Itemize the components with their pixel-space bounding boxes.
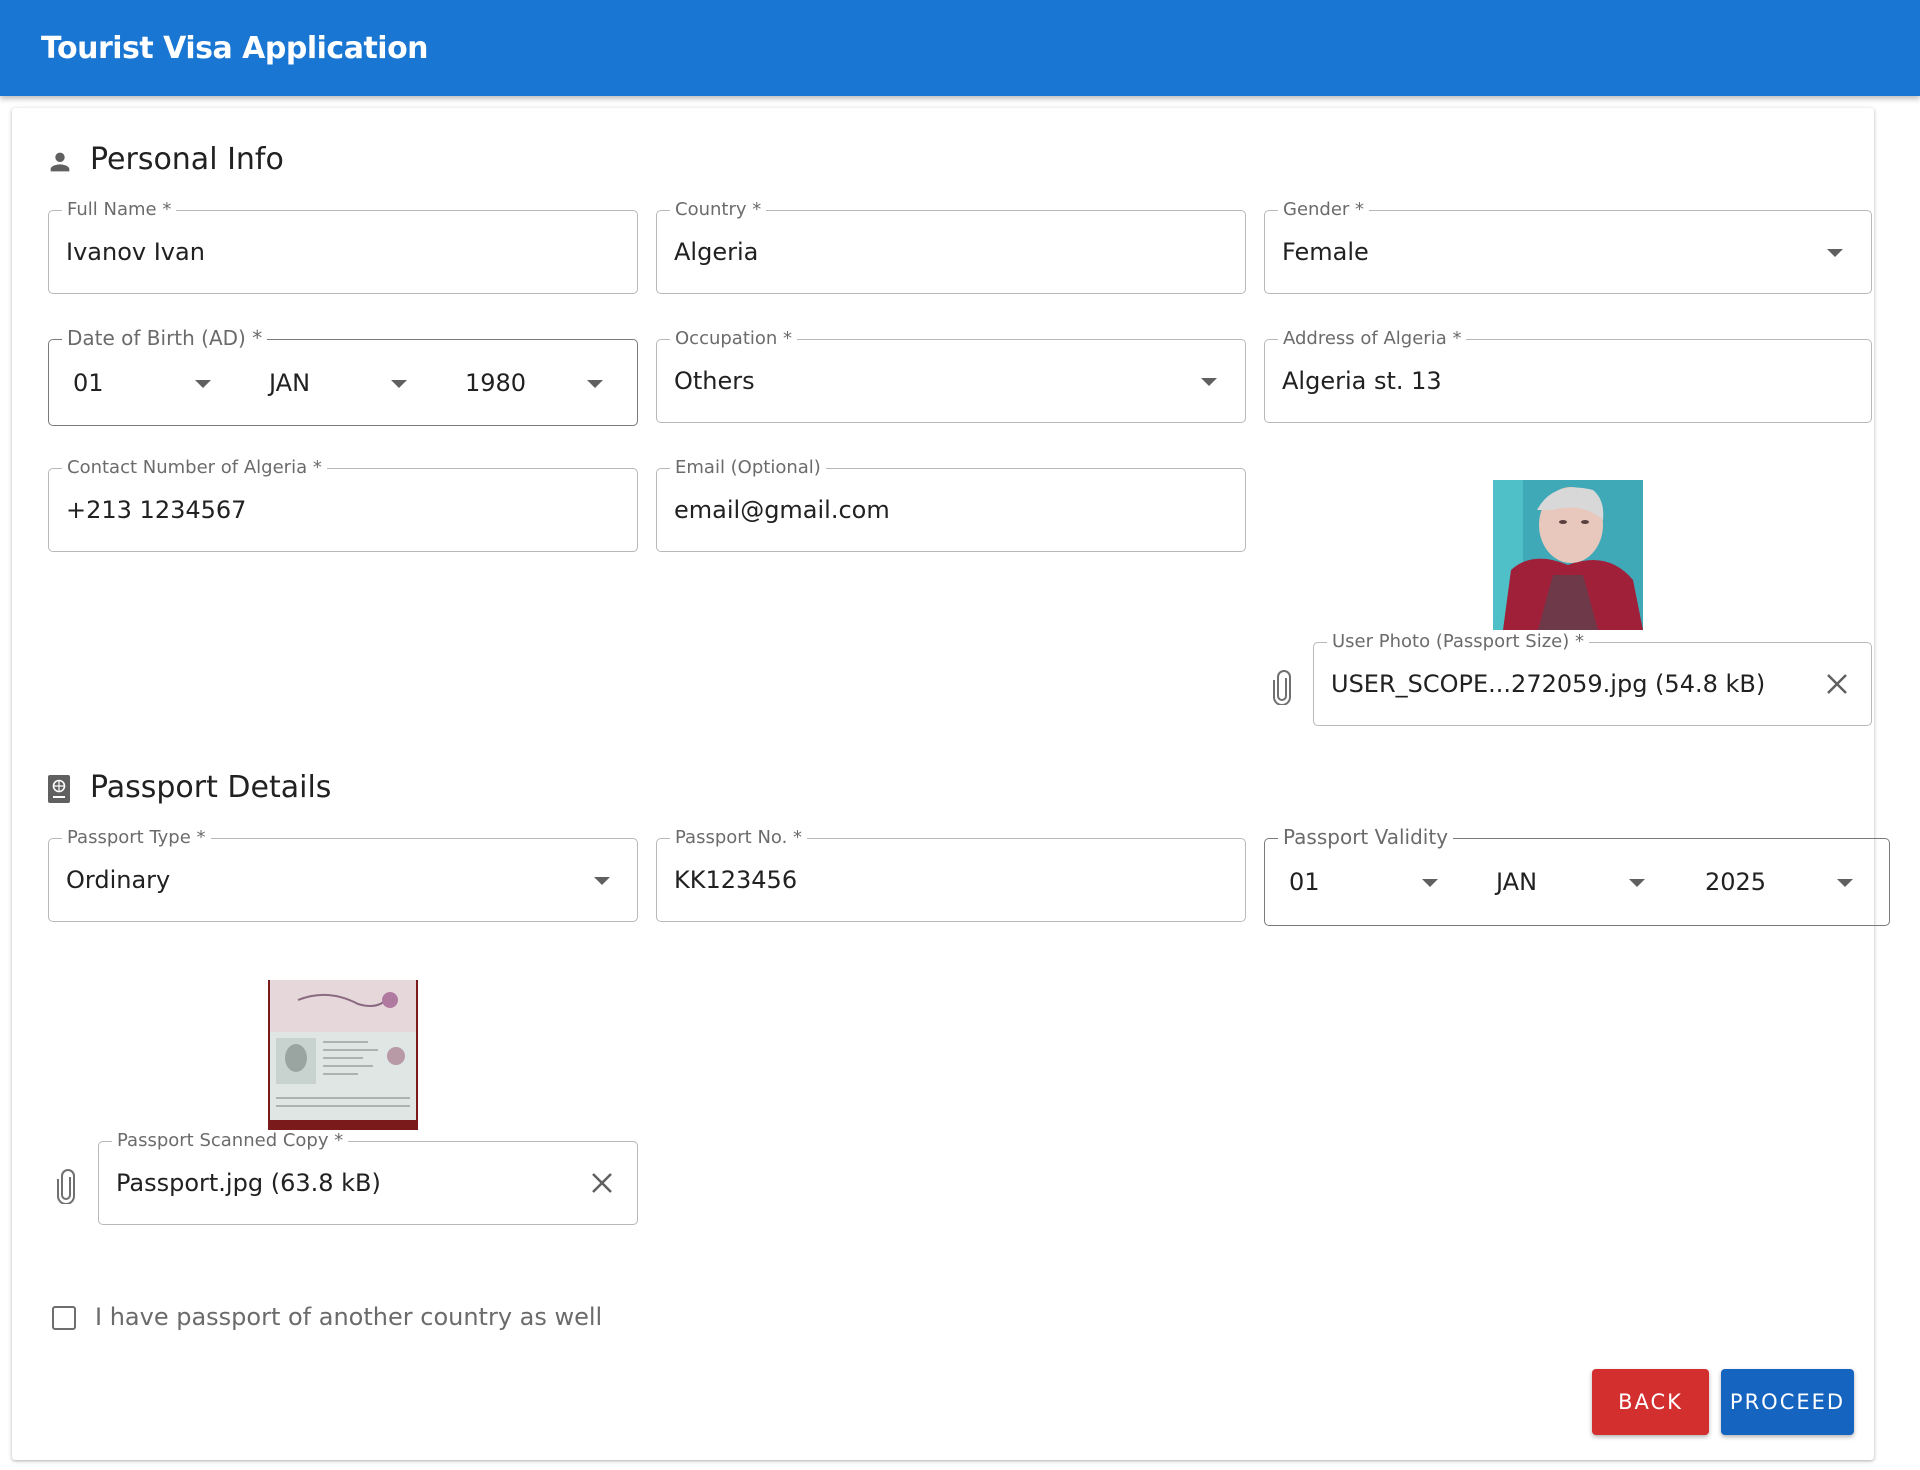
passport-icon — [48, 775, 70, 803]
passport-number-field[interactable]: Passport No. * KK123456 — [656, 827, 1246, 922]
passport-number-label: Passport No. * — [670, 827, 808, 849]
country-value[interactable]: Algeria — [674, 238, 758, 266]
contact-number-field[interactable]: Contact Number of Algeria * +213 1234567 — [48, 457, 638, 552]
other-passport-checkbox[interactable] — [52, 1306, 76, 1330]
close-icon[interactable] — [1824, 671, 1850, 697]
contact-number-label: Contact Number of Algeria * — [62, 457, 327, 479]
passport-type-select[interactable]: Passport Type * Ordinary — [48, 827, 638, 922]
user-photo-preview — [1493, 480, 1643, 630]
validity-day-select[interactable]: 01 — [1289, 868, 1320, 896]
gender-select[interactable]: Gender * Female — [1264, 199, 1872, 294]
user-photo-filename: USER_SCOPE...272059.jpg (54.8 kB) — [1331, 670, 1766, 698]
full-name-value[interactable]: Ivanov Ivan — [66, 238, 205, 266]
address-label: Address of Algeria * — [1278, 328, 1467, 350]
email-value[interactable]: email@gmail.com — [674, 496, 890, 524]
date-of-birth-field[interactable]: Date of Birth (AD) * 01 JAN 1980 — [48, 327, 638, 426]
personal-info-title: Personal Info — [90, 142, 284, 177]
passport-scan-preview — [268, 980, 418, 1130]
chevron-down-icon[interactable] — [587, 379, 603, 388]
app-bar: Tourist Visa Application — [0, 0, 1920, 96]
email-field[interactable]: Email (Optional) email@gmail.com — [656, 457, 1246, 552]
back-button[interactable]: BACK — [1592, 1369, 1709, 1435]
country-label: Country * — [670, 199, 767, 221]
validity-month-select[interactable]: JAN — [1496, 868, 1537, 896]
attachment-icon[interactable] — [1270, 669, 1294, 705]
full-name-label: Full Name * — [62, 199, 177, 221]
attachment-icon[interactable] — [54, 1168, 78, 1204]
address-field[interactable]: Address of Algeria * Algeria st. 13 — [1264, 328, 1872, 423]
dob-day-select[interactable]: 01 — [73, 369, 104, 397]
chevron-down-icon[interactable] — [1629, 879, 1645, 887]
chevron-down-icon[interactable] — [1201, 378, 1217, 386]
dob-label: Date of Birth (AD) * — [62, 327, 268, 349]
passport-scan-field[interactable]: Passport Scanned Copy * Passport.jpg (63… — [98, 1130, 638, 1225]
country-field[interactable]: Country * Algeria — [656, 199, 1246, 294]
chevron-down-icon[interactable] — [1827, 249, 1843, 257]
other-passport-label[interactable]: I have passport of another country as we… — [95, 1303, 602, 1331]
chevron-down-icon[interactable] — [391, 379, 407, 388]
dob-month-select[interactable]: JAN — [269, 369, 310, 397]
occupation-label: Occupation * — [670, 328, 798, 350]
user-photo-field[interactable]: User Photo (Passport Size) * USER_SCOPE.… — [1313, 631, 1872, 726]
passport-number-value[interactable]: KK123456 — [674, 866, 797, 894]
gender-label: Gender * — [1278, 199, 1370, 221]
passport-type-value[interactable]: Ordinary — [66, 866, 170, 894]
address-value[interactable]: Algeria st. 13 — [1282, 367, 1442, 395]
passport-scan-label: Passport Scanned Copy * — [112, 1130, 349, 1152]
chevron-down-icon[interactable] — [1422, 879, 1438, 887]
proceed-button[interactable]: PROCEED — [1721, 1369, 1854, 1435]
close-icon[interactable] — [589, 1170, 615, 1196]
chevron-down-icon[interactable] — [1837, 879, 1853, 887]
passport-type-label: Passport Type * — [62, 827, 211, 849]
user-photo-label: User Photo (Passport Size) * — [1327, 631, 1589, 653]
validity-year-select[interactable]: 2025 — [1705, 868, 1766, 896]
passport-details-title: Passport Details — [90, 770, 332, 805]
passport-scan-filename: Passport.jpg (63.8 kB) — [116, 1169, 381, 1197]
chevron-down-icon[interactable] — [195, 379, 211, 388]
passport-validity-field[interactable]: Passport Validity 01 JAN 2025 — [1264, 826, 1890, 926]
occupation-value[interactable]: Others — [674, 367, 755, 395]
occupation-select[interactable]: Occupation * Others — [656, 328, 1246, 423]
person-icon — [50, 152, 70, 172]
contact-number-value[interactable]: +213 1234567 — [66, 496, 246, 524]
email-label: Email (Optional) — [670, 457, 826, 479]
full-name-field[interactable]: Full Name * Ivanov Ivan — [48, 199, 638, 294]
gender-value[interactable]: Female — [1282, 238, 1369, 266]
dob-year-select[interactable]: 1980 — [465, 369, 526, 397]
passport-validity-label: Passport Validity — [1278, 826, 1454, 848]
app-title: Tourist Visa Application — [41, 31, 429, 66]
chevron-down-icon[interactable] — [594, 877, 610, 885]
